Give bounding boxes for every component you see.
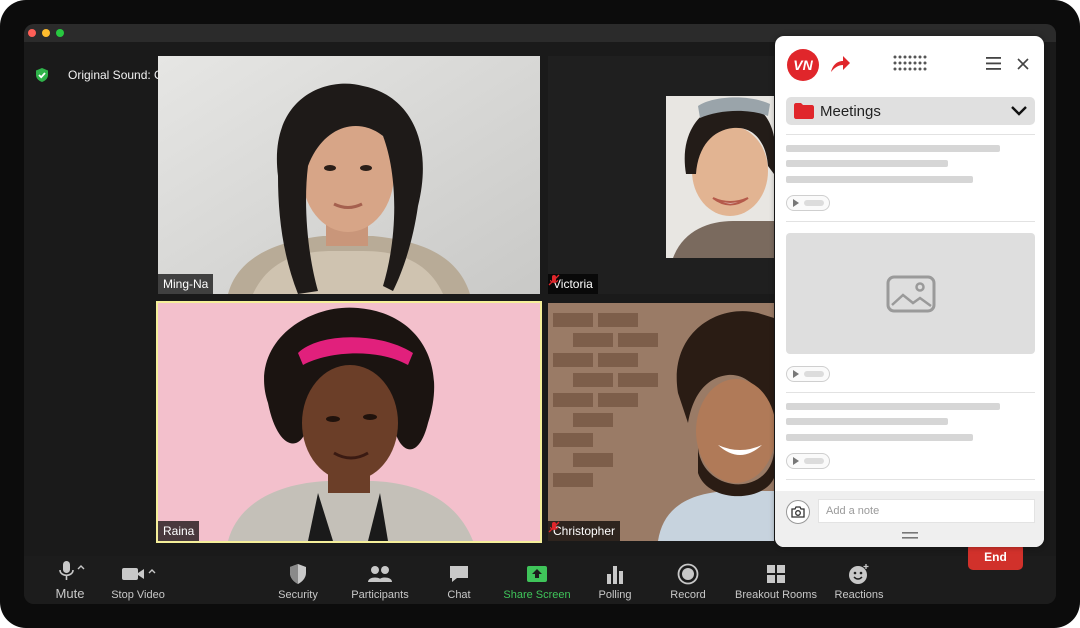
play-icon (793, 457, 799, 465)
polling-label: Polling (598, 589, 632, 601)
divider (786, 221, 1035, 222)
meeting-toolbar: Mute Stop Video Security Participants Ch… (24, 556, 1056, 604)
participant-video (158, 303, 540, 541)
video-camera-icon (122, 568, 156, 580)
text-placeholder (786, 176, 973, 183)
breakout-rooms-label: Breakout Rooms (735, 589, 817, 601)
camera-icon (791, 506, 805, 518)
folder-icon (794, 103, 814, 119)
chat-label: Chat (447, 589, 471, 601)
security-button[interactable]: Security (276, 556, 320, 604)
security-label: Security (278, 589, 318, 601)
participants-button[interactable]: Participants (350, 556, 410, 604)
screenshot-button[interactable] (786, 500, 810, 524)
record-label: Record (670, 589, 706, 601)
microphone-icon (59, 561, 85, 580)
chat-button[interactable]: Chat (439, 556, 479, 604)
vn-logo-icon: VN (787, 49, 819, 81)
play-clip-button[interactable] (786, 195, 830, 211)
polling-icon (607, 566, 623, 584)
video-tile-victoria[interactable]: Victoria (548, 56, 774, 294)
shield-icon (290, 564, 306, 584)
share-screen-icon (527, 566, 547, 582)
note-composer: Add a note (775, 491, 1044, 547)
play-clip-button[interactable] (786, 453, 830, 469)
play-clip-button[interactable] (786, 366, 830, 382)
panel-header: VN (775, 36, 1044, 92)
stop-video-label: Stop Video (111, 589, 165, 601)
participant-name-tag: Ming-Na (158, 274, 214, 294)
share-screen-button[interactable]: Share Screen (503, 556, 571, 604)
folder-name: Meetings (820, 102, 881, 120)
participant-video (158, 56, 540, 294)
reactions-button[interactable]: Reactions (834, 556, 884, 604)
text-placeholder (786, 434, 973, 441)
polling-button[interactable]: Polling (595, 556, 635, 604)
menu-icon[interactable] (986, 57, 1001, 70)
participant-name: Ming-Na (163, 277, 209, 291)
divider (786, 134, 1035, 135)
forward-arrow-icon[interactable] (829, 54, 851, 74)
text-placeholder (786, 403, 1000, 410)
stop-video-button[interactable]: Stop Video (108, 556, 168, 604)
resize-handle-icon[interactable] (902, 532, 918, 539)
participant-name-tag: Christopher (548, 521, 621, 541)
drag-handle-icon[interactable] (893, 55, 927, 71)
close-window-button[interactable] (28, 29, 36, 37)
participant-name-tag: Victoria (548, 274, 598, 294)
mute-button[interactable]: Mute (48, 556, 92, 604)
participants-label: Participants (351, 589, 409, 601)
breakout-rooms-icon (767, 565, 785, 583)
participant-name-tag: Raina (158, 521, 200, 541)
maximize-window-button[interactable] (56, 29, 64, 37)
folder-selector[interactable]: Meetings (786, 97, 1035, 125)
participant-name: Raina (163, 524, 195, 538)
chat-icon (450, 566, 468, 582)
video-tile-raina[interactable]: Raina (156, 301, 542, 543)
record-button[interactable]: Record (668, 556, 708, 604)
chevron-down-icon (1011, 106, 1027, 116)
record-icon (677, 563, 699, 585)
participant-video (548, 303, 774, 541)
image-icon (886, 275, 935, 312)
divider (786, 392, 1035, 393)
shield-check-icon (36, 68, 48, 82)
text-placeholder (786, 145, 1000, 152)
participant-video (666, 96, 774, 258)
play-icon (793, 199, 799, 207)
participants-icon (368, 566, 392, 582)
participant-name: Christopher (553, 524, 616, 538)
muted-microphone-icon (548, 521, 560, 533)
text-placeholder (786, 418, 948, 425)
breakout-rooms-button[interactable]: Breakout Rooms (735, 556, 817, 604)
video-tile-christopher[interactable]: Christopher (548, 303, 774, 541)
share-screen-label: Share Screen (503, 589, 571, 601)
divider (786, 479, 1035, 480)
note-input[interactable]: Add a note (818, 499, 1035, 523)
original-sound-control[interactable]: Original Sound: Off (34, 62, 204, 88)
image-placeholder (786, 233, 1035, 354)
mute-label: Mute (55, 586, 85, 601)
original-sound-label: Original Sound: Off (68, 68, 170, 82)
minimize-window-button[interactable] (42, 29, 50, 37)
notes-panel: VN Meetings Add a note (775, 36, 1044, 547)
play-icon (793, 370, 799, 378)
svg-text:VN: VN (793, 57, 813, 73)
device-frame: Original Sound: Off Ming-Na Victoria Rai… (0, 0, 1080, 628)
smiley-icon (849, 564, 869, 584)
text-placeholder (786, 160, 948, 167)
muted-microphone-icon (548, 274, 560, 286)
video-tile-ming-na[interactable]: Ming-Na (158, 56, 540, 294)
close-icon[interactable] (1017, 58, 1029, 70)
end-meeting-button[interactable]: End (968, 543, 1023, 570)
reactions-label: Reactions (834, 589, 884, 601)
